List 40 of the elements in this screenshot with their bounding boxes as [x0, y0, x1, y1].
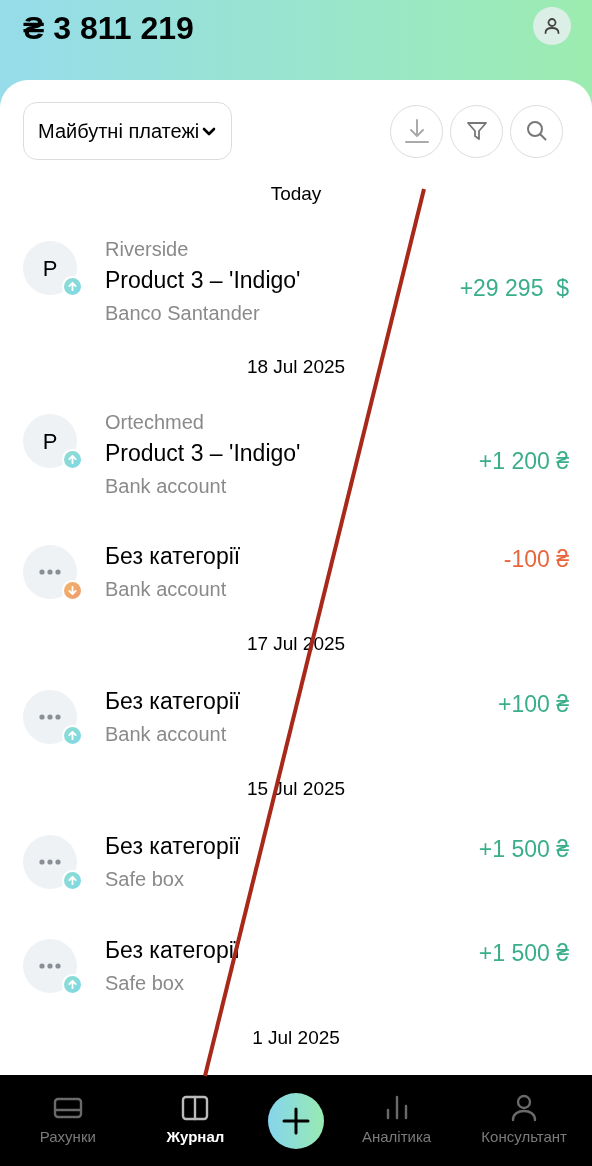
- account-name: Safe box: [105, 866, 185, 892]
- amount: +1 200 ₴: [478, 447, 569, 476]
- nav-tab[interactable]: Консультант: [469, 1092, 580, 1149]
- transaction-title: Без категорії: [105, 542, 242, 571]
- balance: ₴ 3 811 219: [23, 9, 194, 48]
- date-header: Today: [270, 182, 322, 207]
- download-icon: [402, 117, 431, 145]
- counterparty: Ortechmed: [105, 410, 205, 435]
- account-name: Banco Santander: [105, 300, 261, 326]
- transaction-title: Product 3 – 'Indigo': [105, 439, 302, 468]
- more-dots-icon: [39, 714, 61, 720]
- amount: +29 295 $: [459, 274, 569, 303]
- counterparty: Riverside: [105, 237, 190, 262]
- amount: +100 ₴: [498, 689, 569, 719]
- transaction-title: Product 3 – 'Indigo': [105, 266, 302, 295]
- amount: +1 500 ₴: [478, 834, 569, 864]
- account-name: Bank account: [105, 576, 228, 602]
- avatar: P: [23, 414, 77, 468]
- nav-tab[interactable]: Аналітика: [341, 1092, 452, 1149]
- date-header: 18 Jul 2025: [246, 355, 346, 380]
- search-icon: [525, 120, 548, 142]
- nav-tab[interactable]: Журнал: [140, 1092, 251, 1149]
- transaction-title: Без категорії: [105, 687, 242, 716]
- more-dots-icon: [39, 569, 61, 575]
- avatar: P: [23, 241, 77, 295]
- account-name: Safe box: [105, 970, 185, 996]
- profile-button[interactable]: [533, 7, 571, 45]
- amount: -100 ₴: [503, 544, 569, 574]
- person-icon: [542, 16, 562, 36]
- plus-icon: [281, 1105, 311, 1136]
- more-dots-icon: [39, 859, 61, 865]
- more-dots-icon: [39, 963, 61, 969]
- nav-tab[interactable]: Рахунки: [12, 1092, 123, 1149]
- date-header: 1 Jul 2025: [252, 1026, 340, 1051]
- transaction-title: Без категорії: [105, 832, 242, 861]
- filter-dropdown[interactable]: Майбутні платежі: [23, 102, 233, 160]
- account-name: Bank account: [105, 721, 228, 747]
- amount: +1 500 ₴: [478, 938, 569, 968]
- filter-icon: [465, 120, 488, 142]
- account-name: Bank account: [105, 473, 228, 499]
